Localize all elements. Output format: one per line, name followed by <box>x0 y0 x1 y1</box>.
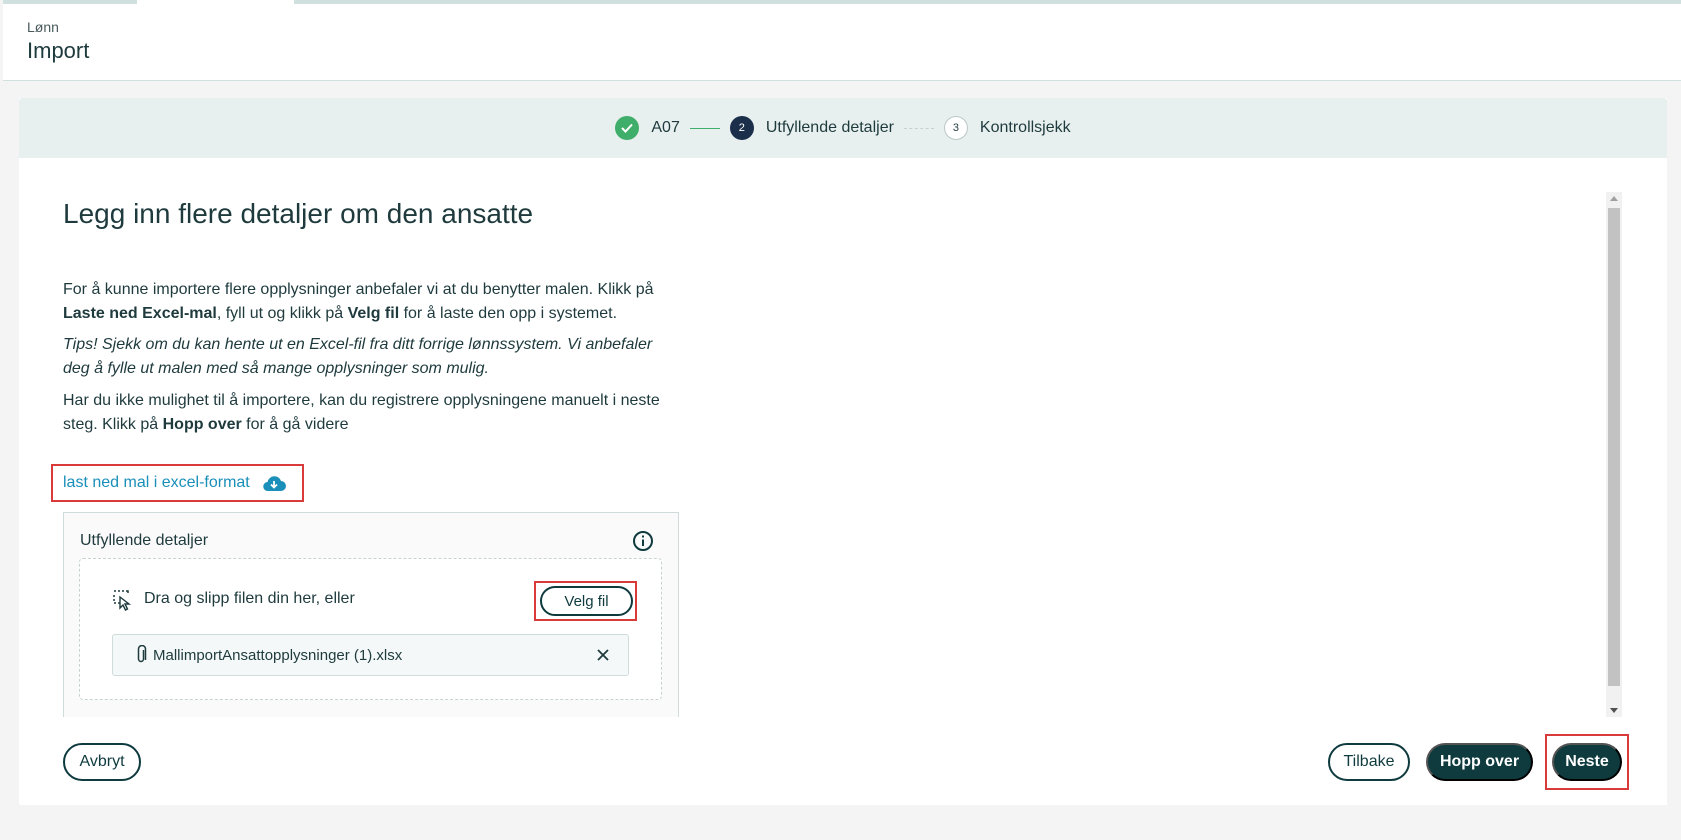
stepper-band: A07 2 Utfyllende detaljer 3 Kontrollsjek… <box>19 98 1667 158</box>
choose-file-button[interactable]: Velg fil <box>540 586 633 616</box>
file-name: MallimportAnsattopplysninger (1).xlsx <box>153 646 403 664</box>
step-kontrollsjekk: 3 Kontrollsjekk <box>943 116 1071 140</box>
upload-title: Utfyllende detaljer <box>80 532 209 549</box>
next-button-highlight: Neste <box>1545 734 1629 790</box>
file-dropzone[interactable]: Dra og slipp filen din her, eller Velg f… <box>79 558 662 700</box>
step-label-utfyllende: Utfyllende detaljer <box>765 119 894 136</box>
close-icon[interactable] <box>596 648 610 662</box>
info-icon[interactable] <box>632 530 654 552</box>
text: For å kunne importere flere opplysninger… <box>63 281 654 298</box>
stepper: A07 2 Utfyllende detaljer 3 Kontrollsjek… <box>19 98 1667 158</box>
text: , fyll ut og klikk på <box>216 305 348 322</box>
step-number: 2 <box>729 116 754 140</box>
intro-paragraph: For å kunne importere flere opplysninger… <box>63 278 683 326</box>
download-link-label: last ned mal i excel-format <box>63 474 250 491</box>
step-connector <box>689 127 720 129</box>
skip-paragraph: Har du ikke mulighet til å importere, ka… <box>63 389 683 437</box>
page-title: Import <box>27 38 90 63</box>
section-heading: Legg inn flere detaljer om den ansatte <box>63 198 534 229</box>
step-a07: A07 <box>615 116 680 140</box>
drop-instruction: Dra og slipp filen din her, eller <box>144 590 355 607</box>
paperclip-icon <box>137 645 147 663</box>
drag-drop-icon <box>113 590 132 611</box>
cancel-button[interactable]: Avbryt <box>63 743 141 781</box>
uploaded-file: MallimportAnsattopplysninger (1).xlsx <box>112 634 629 676</box>
step-number: 3 <box>943 116 968 140</box>
choose-file-highlight: Velg fil <box>534 581 637 621</box>
breadcrumb[interactable]: Lønn <box>27 19 59 35</box>
scroll-up-arrow[interactable] <box>1610 196 1618 201</box>
download-template-link[interactable]: last ned mal i excel-format <box>51 464 304 502</box>
next-button[interactable]: Neste <box>1552 743 1622 781</box>
step-label-a07: A07 <box>651 119 680 136</box>
scroll-thumb[interactable] <box>1608 208 1620 686</box>
active-tab-indicator <box>137 0 294 5</box>
text-bold: Laste ned Excel-mal <box>63 305 217 322</box>
vertical-scrollbar[interactable] <box>1606 192 1622 717</box>
content: Legg inn flere detaljer om den ansatte <box>63 198 683 230</box>
upload-panel: Utfyllende detaljer Dra og slipp filen d… <box>63 512 679 717</box>
tips-paragraph: Tips! Sjekk om du kan hente ut en Excel-… <box>63 336 653 377</box>
text-bold: Velg fil <box>347 305 400 322</box>
step-utfyllende: 2 Utfyllende detaljer <box>729 116 894 140</box>
back-button[interactable]: Tilbake <box>1328 743 1410 781</box>
scroll-down-arrow[interactable] <box>1610 708 1618 713</box>
step-connector <box>903 127 934 129</box>
top-bar: Lønn Import <box>3 0 1681 81</box>
text: for å laste den opp i systemet. <box>399 305 618 322</box>
check-icon <box>615 116 640 140</box>
text-bold: Hopp over <box>162 416 242 433</box>
cloud-download-icon <box>262 476 286 492</box>
skip-button[interactable]: Hopp over <box>1426 743 1533 781</box>
text: for å gå videre <box>241 416 349 433</box>
text: Har du ikke mulighet til å importere, ka… <box>63 392 660 433</box>
import-card: A07 2 Utfyllende detaljer 3 Kontrollsjek… <box>19 98 1667 805</box>
step-label-kontrollsjekk: Kontrollsjekk <box>979 119 1071 136</box>
